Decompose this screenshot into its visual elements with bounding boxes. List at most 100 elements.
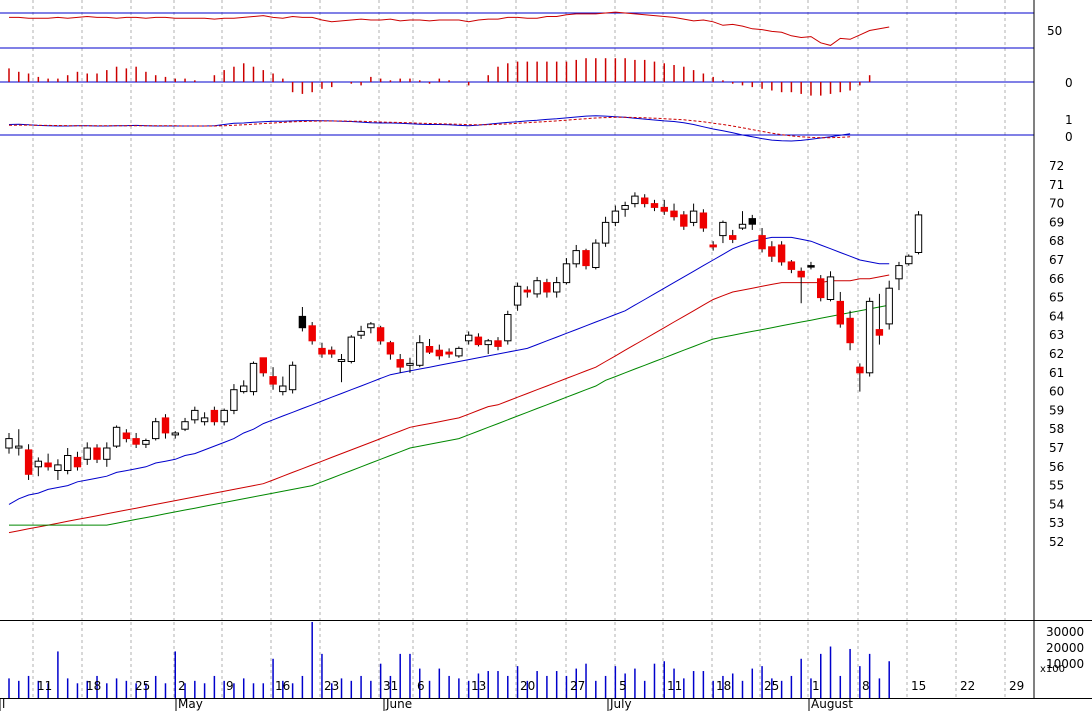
candle-body [288, 364, 297, 391]
candle-body [328, 349, 336, 355]
candle-body [230, 389, 238, 411]
candle-body [777, 244, 786, 263]
chart-background [0, 0, 1092, 711]
candle-body [601, 221, 610, 244]
candle-body [259, 357, 268, 374]
candle-body [445, 351, 453, 355]
candle-body [347, 336, 356, 363]
candle-body [660, 206, 668, 212]
price-tick-label: 53 [1049, 516, 1064, 530]
candle-body [768, 246, 776, 257]
candle-body [865, 300, 874, 374]
candle-body [523, 289, 531, 293]
candle-body [112, 426, 121, 447]
price-tick-label: 61 [1049, 366, 1064, 380]
month-label: July [609, 697, 632, 711]
volume-tick-label: 20000 [1046, 641, 1084, 655]
candle-body [122, 432, 131, 440]
month-label: l [2, 697, 5, 711]
candle-body [641, 197, 649, 205]
candle-body [15, 445, 23, 449]
candle-body [269, 376, 277, 385]
price-tick-label: 67 [1049, 253, 1064, 267]
date-tick-label: 2 [178, 679, 186, 693]
price-tick-label: 66 [1049, 272, 1064, 286]
date-tick-label: 22 [960, 679, 975, 693]
price-tick-label: 65 [1049, 291, 1064, 305]
histogram-tick-label: 0 [1065, 76, 1073, 90]
date-tick-label: 9 [226, 679, 234, 693]
candle-body [562, 263, 571, 284]
candle-body [875, 329, 884, 336]
price-tick-label: 72 [1049, 159, 1064, 173]
candle-body [318, 347, 326, 355]
candle-body [826, 276, 835, 300]
price-tick-label: 57 [1049, 441, 1064, 455]
candle-body [34, 460, 42, 468]
candle-body [435, 349, 444, 357]
candle-body [83, 447, 91, 460]
candle-body [885, 287, 893, 325]
candle-body [621, 205, 629, 210]
candle-body [416, 342, 424, 366]
candle-body [699, 212, 708, 229]
candle-body [582, 250, 590, 267]
candle-body [709, 244, 717, 248]
candle-body [631, 195, 639, 205]
candle-body [504, 314, 512, 342]
macd-tick-label: 1 [1065, 113, 1073, 127]
candle-body [73, 456, 82, 468]
candle-body [54, 464, 62, 471]
date-tick-label: 18 [86, 679, 101, 693]
date-tick-label: 1 [812, 679, 820, 693]
date-tick-label: 8 [862, 679, 870, 693]
candle-body [132, 438, 140, 445]
candle-body [210, 409, 219, 423]
candle-body [249, 362, 258, 393]
candle-body [689, 210, 698, 223]
candle-body [807, 265, 815, 268]
candle-body [308, 325, 316, 342]
date-tick-label: 16 [275, 679, 290, 693]
month-label: June [385, 697, 412, 711]
candle-body [171, 432, 180, 436]
candle-body [856, 366, 864, 374]
price-tick-label: 69 [1049, 215, 1064, 229]
date-tick-label: 20 [520, 679, 535, 693]
price-tick-label: 71 [1049, 178, 1064, 192]
candle-body [680, 214, 688, 227]
candle-body [367, 323, 375, 329]
stock-chart: 5001072717069686766656463626160595857565… [0, 0, 1092, 711]
candle-body [161, 417, 170, 434]
candle-body [24, 449, 33, 475]
candle-body [396, 359, 404, 368]
candle-body [465, 334, 473, 342]
candle-body [738, 223, 747, 229]
candle-body [533, 280, 541, 295]
price-tick-label: 54 [1049, 497, 1064, 511]
candle-body [64, 455, 72, 471]
candle-body [337, 359, 346, 363]
candle-body [592, 242, 600, 269]
price-tick-label: 70 [1049, 197, 1064, 211]
candle-body [181, 421, 189, 430]
price-tick-label: 62 [1049, 347, 1064, 361]
month-label: May [178, 697, 203, 711]
volume-tick-label: 30000 [1046, 625, 1084, 639]
candle-body [758, 235, 766, 250]
candle-body [103, 447, 111, 460]
candle-body [474, 336, 483, 346]
candle-body [93, 447, 101, 460]
price-tick-label: 56 [1049, 460, 1064, 474]
price-tick-label: 63 [1049, 328, 1064, 342]
candle-body [425, 346, 434, 353]
candle-body [5, 438, 13, 449]
candle-body [787, 261, 796, 270]
date-tick-label: 27 [570, 679, 585, 693]
candle-body [650, 203, 659, 208]
candle-body [386, 342, 395, 355]
candle-body [846, 317, 854, 344]
candle-body [572, 250, 580, 265]
price-tick-label: 52 [1049, 535, 1064, 549]
price-tick-label: 55 [1049, 479, 1064, 493]
